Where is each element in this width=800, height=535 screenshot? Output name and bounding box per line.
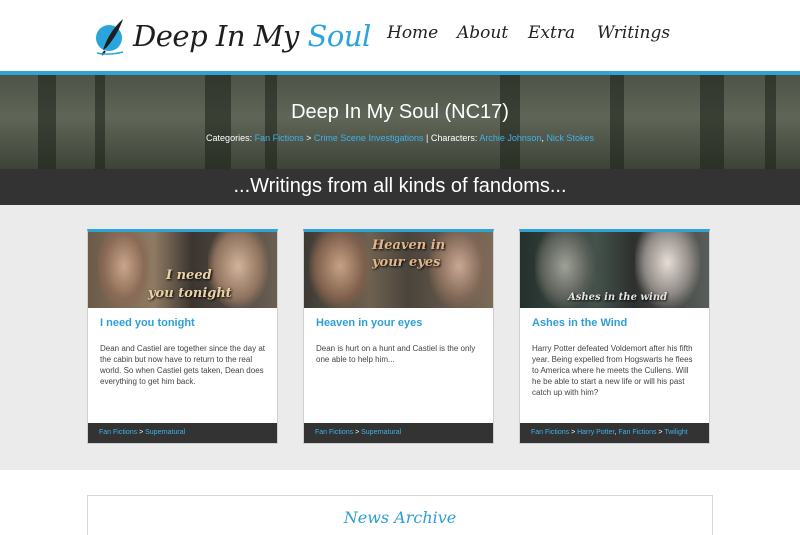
story-card: I need you tonight I need you tonight De… xyxy=(87,229,278,444)
category-link-fan-fictions[interactable]: Fan Fictions xyxy=(255,133,304,143)
image-caption: I need xyxy=(166,268,212,283)
site-logo[interactable]: Deep In My Soul xyxy=(93,12,371,60)
category-link[interactable]: Supernatural xyxy=(145,429,185,436)
category-link[interactable]: Fan Fictions xyxy=(618,429,656,436)
tagline-bar: ...Writings from all kinds of fandoms... xyxy=(0,169,800,205)
image-caption: your eyes xyxy=(372,255,441,270)
story-description: Dean is hurt on a hunt and Castiel is th… xyxy=(316,344,476,364)
lower-section: News Archive xyxy=(0,470,800,535)
characters-label: | Characters: xyxy=(426,133,478,143)
image-caption: you tonight xyxy=(148,286,232,301)
news-archive-box: News Archive xyxy=(87,495,713,535)
category-separator: > xyxy=(306,133,312,143)
character-link-nick[interactable]: Nick Stokes xyxy=(546,133,594,143)
featured-stories: I need you tonight I need you tonight De… xyxy=(0,205,800,470)
story-description: Harry Potter defeated Voldemort after hi… xyxy=(532,344,693,397)
image-caption: Ashes in the wind xyxy=(568,292,668,303)
story-image[interactable]: I need you tonight xyxy=(88,232,277,308)
story-categories: Fan Fictions > Supernatural xyxy=(304,423,493,443)
story-title-link[interactable]: Ashes in the Wind xyxy=(532,317,627,329)
categories-label: Categories: xyxy=(206,133,253,143)
news-archive-title: News Archive xyxy=(343,508,457,527)
logo-text: Deep In My Soul xyxy=(133,19,371,53)
category-link[interactable]: Fan Fictions xyxy=(99,429,137,436)
story-title-link[interactable]: Heaven in your eyes xyxy=(316,317,422,329)
tagline: ...Writings from all kinds of fandoms... xyxy=(233,175,567,197)
nav-extra[interactable]: Extra xyxy=(528,23,575,43)
nav-about[interactable]: About xyxy=(457,23,508,43)
portrait-left xyxy=(98,232,150,308)
category-link[interactable]: Twilight xyxy=(664,429,687,436)
story-banner: Deep In My Soul (NC17) Categories: Fan F… xyxy=(0,75,800,169)
story-categories: Fan Fictions > Supernatural xyxy=(88,423,277,443)
category-link[interactable]: Fan Fictions xyxy=(315,429,353,436)
story-description: Dean and Castiel are together since the … xyxy=(100,344,265,386)
story-image[interactable]: Ashes in the wind xyxy=(520,232,709,308)
nav-writings[interactable]: Writings xyxy=(597,23,670,43)
story-title-link[interactable]: I need you tonight xyxy=(100,317,195,329)
character-link-archie[interactable]: Archie Johnson xyxy=(479,133,541,143)
story-categories: Fan Fictions > Harry Potter, Fan Fiction… xyxy=(520,423,709,443)
story-meta: Categories: Fan Fictions > Crime Scene I… xyxy=(206,133,594,143)
story-title: Deep In My Soul (NC17) xyxy=(291,101,509,123)
category-link[interactable]: Supernatural xyxy=(361,429,401,436)
story-image[interactable]: Heaven in your eyes xyxy=(304,232,493,308)
category-link-csi[interactable]: Crime Scene Investigations xyxy=(314,133,424,143)
category-link[interactable]: Fan Fictions xyxy=(531,429,569,436)
story-card: Ashes in the wind Ashes in the Wind Harr… xyxy=(519,229,710,444)
nav-home[interactable]: Home xyxy=(387,23,438,43)
image-caption: Heaven in xyxy=(372,238,446,253)
quill-icon xyxy=(93,16,129,56)
portrait-left xyxy=(309,232,371,308)
site-header: Deep In My Soul Home About Extra Writing… xyxy=(0,0,800,71)
story-card: Heaven in your eyes Heaven in your eyes … xyxy=(303,229,494,444)
category-link[interactable]: Harry Potter xyxy=(577,429,614,436)
